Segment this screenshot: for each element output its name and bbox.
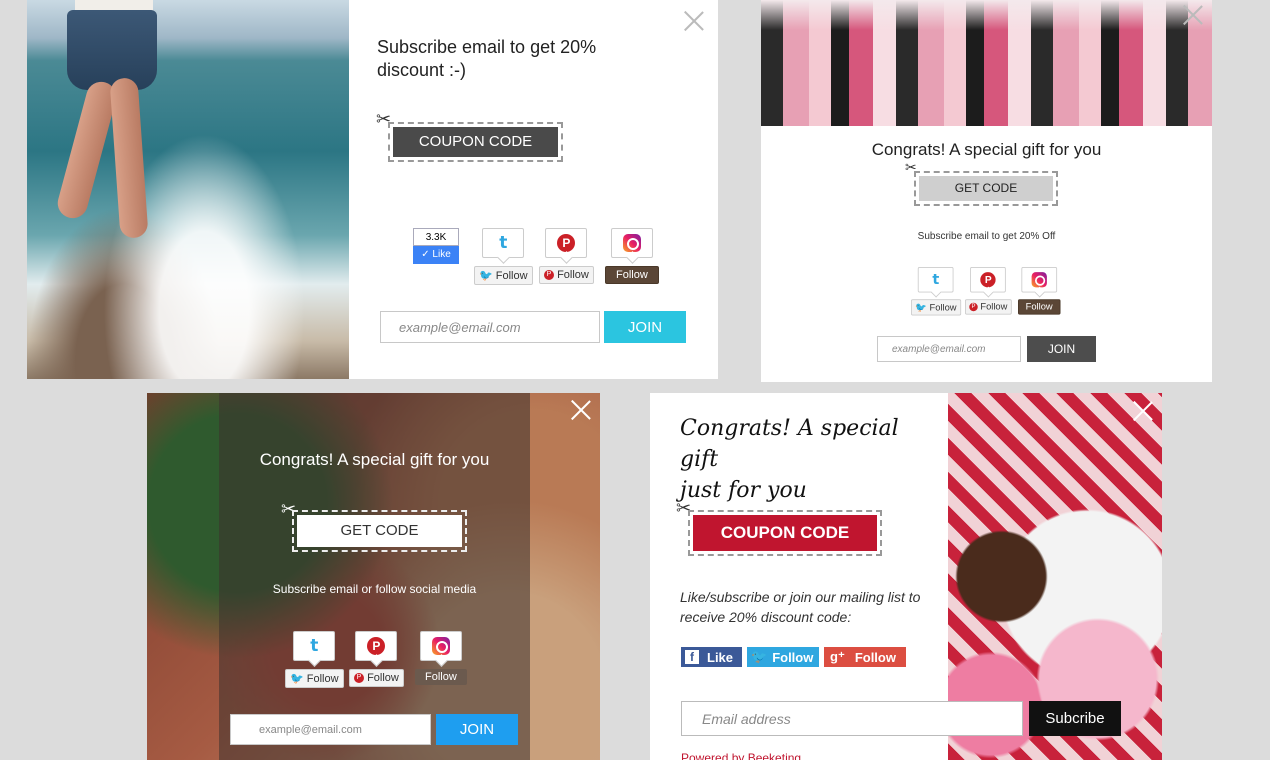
pinterest-icon: P <box>355 631 398 661</box>
pinterest-icon: P <box>970 267 1007 293</box>
bird-icon: 🐦 <box>479 270 493 282</box>
subscribe-text: Like/subscribe or join our mailing list … <box>680 589 921 625</box>
bird-icon: 🐦 <box>290 673 304 685</box>
email-input[interactable]: Email address <box>681 701 1023 736</box>
subscribe-text: Subscribe email or follow social media <box>272 582 477 596</box>
twitter-widget[interactable]: t 🐦 Follow <box>911 267 961 316</box>
coupon-frame: GET CODE <box>292 510 467 552</box>
popup-donuts: Congrats! A special gift just for you ✂ … <box>650 393 1162 760</box>
instagram-widget[interactable]: Follow <box>1018 267 1061 315</box>
twitter-follow-button[interactable]: 🐦 Follow <box>285 669 344 688</box>
instagram-widget[interactable]: Follow <box>415 631 467 685</box>
instagram-icon <box>610 228 653 258</box>
check-icon: ✓ <box>421 249 430 260</box>
subscribe-button[interactable]: Subcribe <box>1029 701 1121 736</box>
instagram-follow-button[interactable]: Follow <box>1018 299 1061 315</box>
twitter-bird-icon: 🐦 <box>751 649 768 664</box>
facebook-icon: f <box>685 650 699 664</box>
fb-like-label: Like <box>432 249 451 260</box>
popup-christmas: Congrats! A special gift for you ✂ GET C… <box>147 393 600 760</box>
get-code-button[interactable]: GET CODE <box>919 176 1053 201</box>
fb-like-count: 3.3K <box>413 228 459 246</box>
instagram-icon <box>1021 267 1058 293</box>
coupon-code-button[interactable]: COUPON CODE <box>693 515 877 551</box>
dark-overlay <box>219 393 530 760</box>
close-icon[interactable] <box>570 399 592 421</box>
twitter-follow-button[interactable]: 🐦 Follow <box>474 266 533 285</box>
close-icon[interactable] <box>1132 400 1154 422</box>
pinterest-widget[interactable]: P P Follow <box>965 267 1012 315</box>
pinterest-follow-button[interactable]: P Follow <box>965 299 1012 315</box>
email-input[interactable]: example@email.com <box>230 714 431 745</box>
clothing-rack-photo <box>761 0 1212 126</box>
close-icon[interactable] <box>683 10 705 32</box>
pinterest-widget[interactable]: P P Follow <box>539 228 594 284</box>
popup-headline: Congrats! A special gift for you <box>259 450 490 469</box>
twitter-widget[interactable]: t 🐦 Follow <box>285 631 344 688</box>
facebook-like-widget[interactable]: 3.3K ✓ Like <box>413 228 459 264</box>
email-input[interactable]: example@email.com <box>380 311 600 343</box>
subscribe-text: Subscribe email to get 20% Off <box>917 231 1056 242</box>
google-plus-icon: g⁺ <box>830 649 845 664</box>
bird-icon: 🐦 <box>915 302 927 313</box>
twitter-icon: t <box>482 228 525 258</box>
coupon-code-button[interactable]: COUPON CODE <box>393 127 558 157</box>
coupon-frame: COUPON CODE <box>388 122 563 162</box>
join-button[interactable]: JOIN <box>604 311 686 343</box>
google-plus-follow-button[interactable]: g⁺ Follow <box>824 647 906 667</box>
instagram-icon <box>419 631 462 661</box>
join-button[interactable]: JOIN <box>436 714 518 745</box>
instagram-widget[interactable]: Follow <box>605 228 659 284</box>
popup-clothing: Congrats! A special gift for you ✂ GET C… <box>761 0 1212 382</box>
popup-headline: Subscribe email to get 20% discount :-) <box>377 37 597 80</box>
twitter-widget[interactable]: t 🐦 Follow <box>474 228 533 285</box>
twitter-follow-button[interactable]: 🐦 Follow <box>911 299 961 316</box>
close-icon[interactable] <box>1182 4 1204 26</box>
email-input[interactable]: example@email.com <box>877 336 1021 362</box>
join-button[interactable]: JOIN <box>1027 336 1096 362</box>
pinterest-widget[interactable]: P P Follow <box>349 631 404 687</box>
facebook-like-button[interactable]: f Like <box>681 647 742 667</box>
instagram-follow-button[interactable]: Follow <box>415 669 467 685</box>
pinterest-follow-button[interactable]: P Follow <box>349 669 404 687</box>
popup-headline: Congrats! A special gift just for you <box>680 416 899 503</box>
popup-headline: Congrats! A special gift for you <box>871 140 1102 159</box>
get-code-button[interactable]: GET CODE <box>297 515 462 547</box>
pinterest-follow-button[interactable]: P Follow <box>539 266 594 284</box>
popup-beach: Subscribe email to get 20% discount :-) … <box>27 0 718 379</box>
powered-by-link[interactable]: Powered by Beeketing <box>681 751 801 760</box>
beach-photo <box>27 0 349 379</box>
coupon-frame: COUPON CODE <box>688 510 882 556</box>
pinterest-icon: P <box>545 228 588 258</box>
twitter-icon: t <box>918 267 954 293</box>
instagram-follow-button[interactable]: Follow <box>605 266 659 284</box>
twitter-icon: t <box>293 631 336 661</box>
twitter-follow-button[interactable]: 🐦 Follow <box>747 647 819 667</box>
coupon-frame: GET CODE <box>914 171 1058 206</box>
